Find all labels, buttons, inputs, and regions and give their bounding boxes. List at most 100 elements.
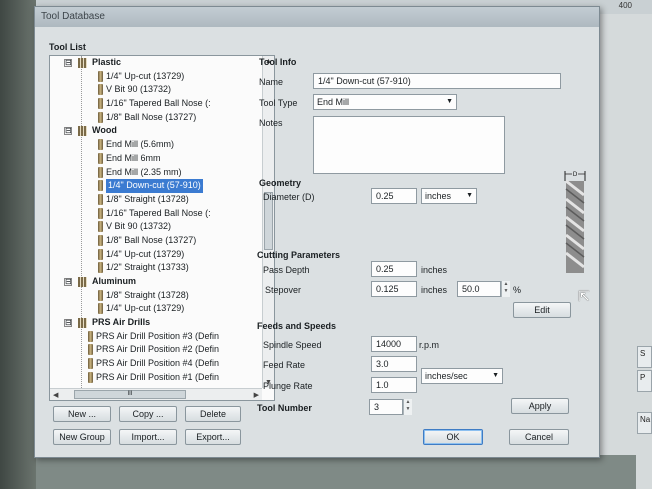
- delete-tool-button[interactable]: Delete: [185, 406, 241, 422]
- pass-depth-field[interactable]: 0.25: [371, 261, 417, 277]
- tool-list-item-label: 1/16" Tapered Ball Nose (:: [106, 207, 211, 218]
- diameter-label: Diameter (D): [263, 192, 315, 202]
- tool-type-select[interactable]: End Mill ▼: [313, 94, 457, 110]
- tool-list-item[interactable]: 1/4" Up-cut (13729): [50, 70, 262, 84]
- ok-button[interactable]: OK: [423, 429, 483, 445]
- desktop-bottom: [36, 455, 636, 489]
- collapse-toggle-icon[interactable]: ⊟: [64, 278, 72, 286]
- tree-group-label: Plastic: [92, 57, 122, 67]
- tool-list-item[interactable]: 1/8" Ball Nose (13727): [50, 111, 262, 125]
- tree-group-row[interactable]: ⊟ Wood: [50, 124, 262, 138]
- chevron-down-icon: ▼: [466, 192, 473, 199]
- tool-list-item-label: 1/4" Up-cut (13729): [106, 248, 185, 259]
- end-mill-icon: [98, 234, 103, 246]
- edit-button[interactable]: Edit: [513, 302, 571, 318]
- tool-list-item-label: V Bit 90 (13732): [106, 221, 172, 232]
- tool-list-item[interactable]: 1/8" Ball Nose (13727): [50, 234, 262, 248]
- apply-button[interactable]: Apply: [511, 398, 569, 414]
- tool-geometry-preview: D: [564, 170, 586, 273]
- spindle-speed-field[interactable]: 14000: [371, 336, 417, 352]
- side-panel-label-s[interactable]: S: [637, 346, 652, 368]
- tool-list-tree[interactable]: ⊟ Plastic 1/4" Up-cut (13729) V Bit 90 (137…: [49, 55, 275, 401]
- scroll-right-arrow-icon[interactable]: ▶: [254, 391, 259, 399]
- tool-number-field[interactable]: 3: [369, 399, 403, 415]
- drill-icon: [88, 358, 93, 370]
- tool-list-item[interactable]: PRS Air Drill Position #2 (Defin: [50, 343, 262, 357]
- tool-group-icon: [78, 126, 87, 137]
- tool-list-item-label: 1/8" Ball Nose (13727): [106, 234, 197, 245]
- feed-rate-field[interactable]: 3.0: [371, 356, 417, 372]
- tree-group-label: PRS Air Drills: [92, 317, 151, 328]
- tree-group-row[interactable]: ⊟ PRS Air Drills: [50, 316, 262, 330]
- tool-list-item[interactable]: 1/8" Straight (13728): [50, 289, 262, 303]
- tool-list-item[interactable]: End Mill 6mm: [50, 152, 262, 166]
- pass-depth-unit: inches: [421, 265, 448, 275]
- plunge-rate-field[interactable]: 1.0: [371, 377, 417, 393]
- stepover-percent-field[interactable]: 50.0: [457, 281, 501, 297]
- collapse-toggle-icon[interactable]: ⊟: [64, 127, 72, 136]
- tool-list-item[interactable]: 1/8" Straight (13728): [50, 193, 262, 207]
- side-panel-label-p[interactable]: P: [637, 370, 652, 392]
- horizontal-scroll-thumb[interactable]: III: [74, 390, 186, 399]
- geometry-heading: Geometry: [259, 178, 302, 188]
- tool-list-item[interactable]: PRS Air Drill Position #1 (Defin: [50, 371, 262, 385]
- tool-number-spinner[interactable]: ▲ ▼: [403, 399, 412, 415]
- diameter-units-value: inches: [425, 191, 452, 201]
- new-group-button[interactable]: New Group: [53, 429, 111, 445]
- tool-list-item[interactable]: End Mill (2.35 mm): [50, 166, 262, 180]
- tool-list-item[interactable]: End Mill (5.6mm): [50, 138, 262, 152]
- end-mill-icon: [98, 70, 103, 82]
- diameter-units-select[interactable]: inches ▼: [421, 188, 477, 204]
- collapse-toggle-icon[interactable]: ⊟: [64, 59, 72, 67]
- tool-list-item[interactable]: 1/16" Tapered Ball Nose (:: [50, 97, 262, 111]
- tool-list-item-label: 1/4" Down-cut (57-910): [106, 179, 203, 193]
- tool-list-item[interactable]: 1/4" Up-cut (13729): [50, 248, 262, 262]
- tree-horizontal-scrollbar[interactable]: ◀ III ▶: [50, 388, 262, 400]
- collapse-toggle-icon[interactable]: ⊟: [64, 319, 72, 328]
- end-mill-icon: [98, 84, 103, 96]
- export-button[interactable]: Export...: [185, 429, 241, 445]
- mouse-cursor-icon: ⇱: [578, 288, 590, 304]
- tool-list-item[interactable]: 1/4" Down-cut (57-910): [50, 179, 262, 193]
- tool-list-item-label: 1/4" Up-cut (13729): [106, 70, 185, 81]
- tool-list-item-label: PRS Air Drill Position #2 (Defin: [96, 344, 220, 355]
- import-button[interactable]: Import...: [119, 429, 177, 445]
- stepover-spinner[interactable]: ▲ ▼: [501, 281, 510, 297]
- diameter-field[interactable]: 0.25: [371, 188, 417, 204]
- end-mill-icon: [98, 207, 103, 219]
- tool-list-item[interactable]: V Bit 90 (13732): [50, 83, 262, 97]
- desktop-left: [0, 0, 36, 489]
- tool-list-item-label: 1/8" Straight (13728): [106, 193, 189, 204]
- end-mill-icon: [98, 289, 103, 301]
- tool-list-item[interactable]: 1/2" Straight (13733): [50, 261, 262, 275]
- tool-group-icon: [78, 58, 87, 68]
- copy-tool-button[interactable]: Copy ...: [119, 406, 177, 422]
- tree-group-label: Aluminum: [92, 276, 136, 286]
- chevron-down-icon: ▼: [446, 98, 453, 105]
- rate-units-select[interactable]: inches/sec ▼: [421, 368, 503, 384]
- stepover-field[interactable]: 0.125: [371, 281, 417, 297]
- tree-group-label: Wood: [92, 125, 117, 136]
- side-panel-label-na[interactable]: Na: [637, 412, 652, 434]
- stepover-unit: inches: [421, 285, 448, 295]
- cancel-button[interactable]: Cancel: [509, 429, 569, 445]
- notes-field[interactable]: [313, 116, 505, 174]
- name-field[interactable]: 1/4" Down-cut (57-910): [313, 73, 561, 89]
- tool-list-item[interactable]: V Bit 90 (13732): [50, 220, 262, 234]
- dialog-title[interactable]: Tool Database: [35, 7, 599, 27]
- preview-d-label: D: [573, 171, 578, 178]
- drill-icon: [88, 371, 93, 383]
- feeds-speeds-heading: Feeds and Speeds: [257, 321, 337, 331]
- tool-list-item[interactable]: PRS Air Drill Position #3 (Defin: [50, 330, 262, 344]
- scroll-left-arrow-icon[interactable]: ◀: [53, 391, 58, 399]
- tool-list-item-label: 1/4" Up-cut (13729): [106, 303, 185, 314]
- end-mill-icon: [98, 111, 103, 123]
- tree-group-row[interactable]: ⊟ Plastic: [50, 56, 262, 70]
- new-tool-button[interactable]: New ...: [53, 406, 111, 422]
- tool-list-item-label: 1/8" Ball Nose (13727): [106, 111, 197, 122]
- tool-list-item[interactable]: PRS Air Drill Position #4 (Defin: [50, 357, 262, 371]
- tool-list-item[interactable]: 1/4" Up-cut (13729): [50, 302, 262, 316]
- end-mill-icon: [98, 98, 103, 110]
- tool-list-item[interactable]: 1/16" Tapered Ball Nose (:: [50, 207, 262, 221]
- tree-group-row[interactable]: ⊟ Aluminum: [50, 275, 262, 289]
